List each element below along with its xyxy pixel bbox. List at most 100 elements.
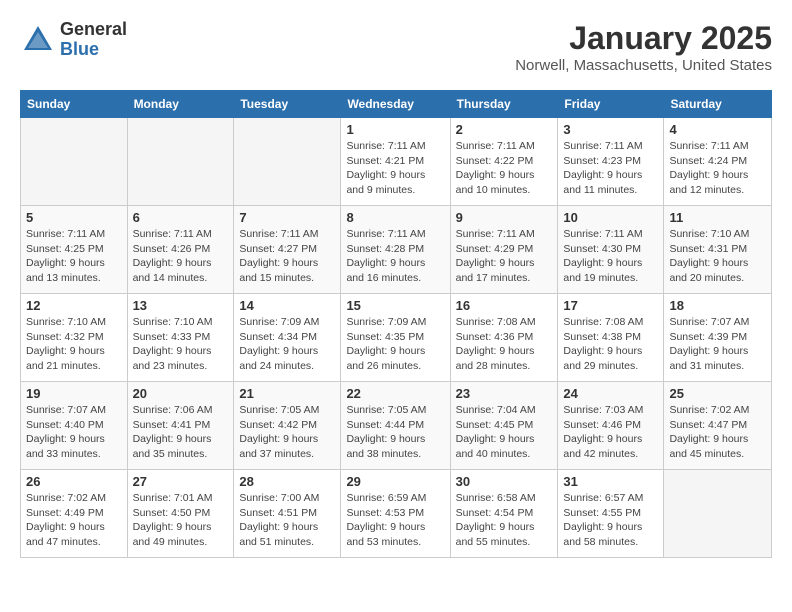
logo-general-text: General bbox=[60, 20, 127, 40]
day-content: Sunrise: 7:11 AM Sunset: 4:26 PM Dayligh… bbox=[133, 227, 229, 286]
calendar-cell: 22 Sunrise: 7:05 AM Sunset: 4:44 PM Dayli… bbox=[341, 382, 450, 470]
calendar-cell: 9Sunrise: 7:11 AM Sunset: 4:29 PM Daylig… bbox=[450, 206, 558, 294]
day-header-sunday: Sunday bbox=[21, 91, 128, 118]
calendar-cell: 2 Sunrise: 7:11 AM Sunset: 4:22 PM Daylig… bbox=[450, 118, 558, 206]
day-content: Sunrise: 7:11 AM Sunset: 4:21 PM Dayligh… bbox=[346, 139, 444, 198]
day-number: 19 bbox=[26, 386, 122, 401]
day-number: 30 bbox=[456, 474, 553, 489]
day-header-monday: Monday bbox=[127, 91, 234, 118]
day-number: 4 bbox=[669, 122, 766, 137]
day-number: 23 bbox=[456, 386, 553, 401]
week-row-4: 19Sunrise: 7:07 AM Sunset: 4:40 PM Dayli… bbox=[21, 382, 772, 470]
day-number: 28 bbox=[239, 474, 335, 489]
week-row-5: 26 Sunrise: 7:02 AM Sunset: 4:49 PM Dayli… bbox=[21, 470, 772, 558]
day-content: Sunrise: 7:02 AM Sunset: 4:49 PM Dayligh… bbox=[26, 491, 122, 550]
calendar-cell: 21 Sunrise: 7:05 AM Sunset: 4:42 PM Dayli… bbox=[234, 382, 341, 470]
day-number: 12 bbox=[26, 298, 122, 313]
logo: General Blue bbox=[20, 20, 127, 60]
day-content: Sunrise: 7:11 AM Sunset: 4:27 PM Dayligh… bbox=[239, 227, 335, 286]
week-row-3: 12 Sunrise: 7:10 AM Sunset: 4:32 PM Dayli… bbox=[21, 294, 772, 382]
calendar-cell: 29 Sunrise: 6:59 AM Sunset: 4:53 PM Dayli… bbox=[341, 470, 450, 558]
day-number: 10 bbox=[563, 210, 658, 225]
day-number: 22 bbox=[346, 386, 444, 401]
day-number: 15 bbox=[346, 298, 444, 313]
calendar-cell: 12 Sunrise: 7:10 AM Sunset: 4:32 PM Dayli… bbox=[21, 294, 128, 382]
day-header-tuesday: Tuesday bbox=[234, 91, 341, 118]
day-number: 2 bbox=[456, 122, 553, 137]
day-number: 20 bbox=[133, 386, 229, 401]
calendar-cell: 19Sunrise: 7:07 AM Sunset: 4:40 PM Dayli… bbox=[21, 382, 128, 470]
day-number: 13 bbox=[133, 298, 229, 313]
calendar-cell: 17Sunrise: 7:08 AM Sunset: 4:38 PM Dayli… bbox=[558, 294, 664, 382]
calendar-cell: 28 Sunrise: 7:00 AM Sunset: 4:51 PM Dayli… bbox=[234, 470, 341, 558]
day-number: 6 bbox=[133, 210, 229, 225]
month-title: January 2025 bbox=[515, 20, 772, 57]
day-content: Sunrise: 7:03 AM Sunset: 4:46 PM Dayligh… bbox=[563, 403, 658, 462]
day-number: 27 bbox=[133, 474, 229, 489]
day-number: 8 bbox=[346, 210, 444, 225]
day-content: Sunrise: 7:09 AM Sunset: 4:35 PM Dayligh… bbox=[346, 315, 444, 374]
calendar-cell: 31 Sunrise: 6:57 AM Sunset: 4:55 PM Dayli… bbox=[558, 470, 664, 558]
day-number: 1 bbox=[346, 122, 444, 137]
week-row-2: 5Sunrise: 7:11 AM Sunset: 4:25 PM Daylig… bbox=[21, 206, 772, 294]
calendar-cell bbox=[664, 470, 772, 558]
calendar-cell bbox=[127, 118, 234, 206]
calendar-cell: 20 Sunrise: 7:06 AM Sunset: 4:41 PM Dayli… bbox=[127, 382, 234, 470]
title-block: January 2025 Norwell, Massachusetts, Uni… bbox=[515, 20, 772, 74]
calendar-cell: 14 Sunrise: 7:09 AM Sunset: 4:34 PM Dayli… bbox=[234, 294, 341, 382]
calendar-cell: 10 Sunrise: 7:11 AM Sunset: 4:30 PM Dayli… bbox=[558, 206, 664, 294]
day-content: Sunrise: 7:10 AM Sunset: 4:33 PM Dayligh… bbox=[133, 315, 229, 374]
day-header-wednesday: Wednesday bbox=[341, 91, 450, 118]
day-header-saturday: Saturday bbox=[664, 91, 772, 118]
day-content: Sunrise: 7:09 AM Sunset: 4:34 PM Dayligh… bbox=[239, 315, 335, 374]
logo-blue-text: Blue bbox=[60, 40, 127, 60]
calendar-header-row: SundayMondayTuesdayWednesdayThursdayFrid… bbox=[21, 91, 772, 118]
day-number: 3 bbox=[563, 122, 658, 137]
day-content: Sunrise: 7:11 AM Sunset: 4:30 PM Dayligh… bbox=[563, 227, 658, 286]
day-content: Sunrise: 6:57 AM Sunset: 4:55 PM Dayligh… bbox=[563, 491, 658, 550]
calendar-cell: 11Sunrise: 7:10 AM Sunset: 4:31 PM Dayli… bbox=[664, 206, 772, 294]
day-content: Sunrise: 7:08 AM Sunset: 4:36 PM Dayligh… bbox=[456, 315, 553, 374]
calendar-cell: 25Sunrise: 7:02 AM Sunset: 4:47 PM Dayli… bbox=[664, 382, 772, 470]
day-content: Sunrise: 7:11 AM Sunset: 4:24 PM Dayligh… bbox=[669, 139, 766, 198]
logo-icon bbox=[20, 22, 56, 58]
day-number: 16 bbox=[456, 298, 553, 313]
day-number: 7 bbox=[239, 210, 335, 225]
day-number: 26 bbox=[26, 474, 122, 489]
day-content: Sunrise: 7:10 AM Sunset: 4:31 PM Dayligh… bbox=[669, 227, 766, 286]
day-header-thursday: Thursday bbox=[450, 91, 558, 118]
calendar-cell: 7 Sunrise: 7:11 AM Sunset: 4:27 PM Daylig… bbox=[234, 206, 341, 294]
day-number: 29 bbox=[346, 474, 444, 489]
calendar-cell: 6 Sunrise: 7:11 AM Sunset: 4:26 PM Daylig… bbox=[127, 206, 234, 294]
calendar-cell: 23 Sunrise: 7:04 AM Sunset: 4:45 PM Dayli… bbox=[450, 382, 558, 470]
day-content: Sunrise: 7:05 AM Sunset: 4:42 PM Dayligh… bbox=[239, 403, 335, 462]
day-content: Sunrise: 6:58 AM Sunset: 4:54 PM Dayligh… bbox=[456, 491, 553, 550]
week-row-1: 1 Sunrise: 7:11 AM Sunset: 4:21 PM Daylig… bbox=[21, 118, 772, 206]
location-subtitle: Norwell, Massachusetts, United States bbox=[515, 57, 772, 74]
day-content: Sunrise: 7:06 AM Sunset: 4:41 PM Dayligh… bbox=[133, 403, 229, 462]
calendar-cell: 4 Sunrise: 7:11 AM Sunset: 4:24 PM Daylig… bbox=[664, 118, 772, 206]
calendar-cell: 16 Sunrise: 7:08 AM Sunset: 4:36 PM Dayli… bbox=[450, 294, 558, 382]
day-number: 31 bbox=[563, 474, 658, 489]
day-content: Sunrise: 7:10 AM Sunset: 4:32 PM Dayligh… bbox=[26, 315, 122, 374]
day-number: 21 bbox=[239, 386, 335, 401]
day-content: Sunrise: 7:05 AM Sunset: 4:44 PM Dayligh… bbox=[346, 403, 444, 462]
calendar-cell: 5Sunrise: 7:11 AM Sunset: 4:25 PM Daylig… bbox=[21, 206, 128, 294]
calendar-cell: 18 Sunrise: 7:07 AM Sunset: 4:39 PM Dayli… bbox=[664, 294, 772, 382]
day-header-friday: Friday bbox=[558, 91, 664, 118]
day-number: 18 bbox=[669, 298, 766, 313]
calendar-cell: 8Sunrise: 7:11 AM Sunset: 4:28 PM Daylig… bbox=[341, 206, 450, 294]
calendar-cell: 30 Sunrise: 6:58 AM Sunset: 4:54 PM Dayli… bbox=[450, 470, 558, 558]
calendar-cell: 27Sunrise: 7:01 AM Sunset: 4:50 PM Dayli… bbox=[127, 470, 234, 558]
day-content: Sunrise: 7:07 AM Sunset: 4:39 PM Dayligh… bbox=[669, 315, 766, 374]
day-content: Sunrise: 7:04 AM Sunset: 4:45 PM Dayligh… bbox=[456, 403, 553, 462]
day-number: 14 bbox=[239, 298, 335, 313]
day-content: Sunrise: 7:11 AM Sunset: 4:22 PM Dayligh… bbox=[456, 139, 553, 198]
day-number: 17 bbox=[563, 298, 658, 313]
day-number: 25 bbox=[669, 386, 766, 401]
day-content: Sunrise: 6:59 AM Sunset: 4:53 PM Dayligh… bbox=[346, 491, 444, 550]
calendar-table: SundayMondayTuesdayWednesdayThursdayFrid… bbox=[20, 90, 772, 558]
day-number: 24 bbox=[563, 386, 658, 401]
day-content: Sunrise: 7:00 AM Sunset: 4:51 PM Dayligh… bbox=[239, 491, 335, 550]
calendar-cell: 3Sunrise: 7:11 AM Sunset: 4:23 PM Daylig… bbox=[558, 118, 664, 206]
